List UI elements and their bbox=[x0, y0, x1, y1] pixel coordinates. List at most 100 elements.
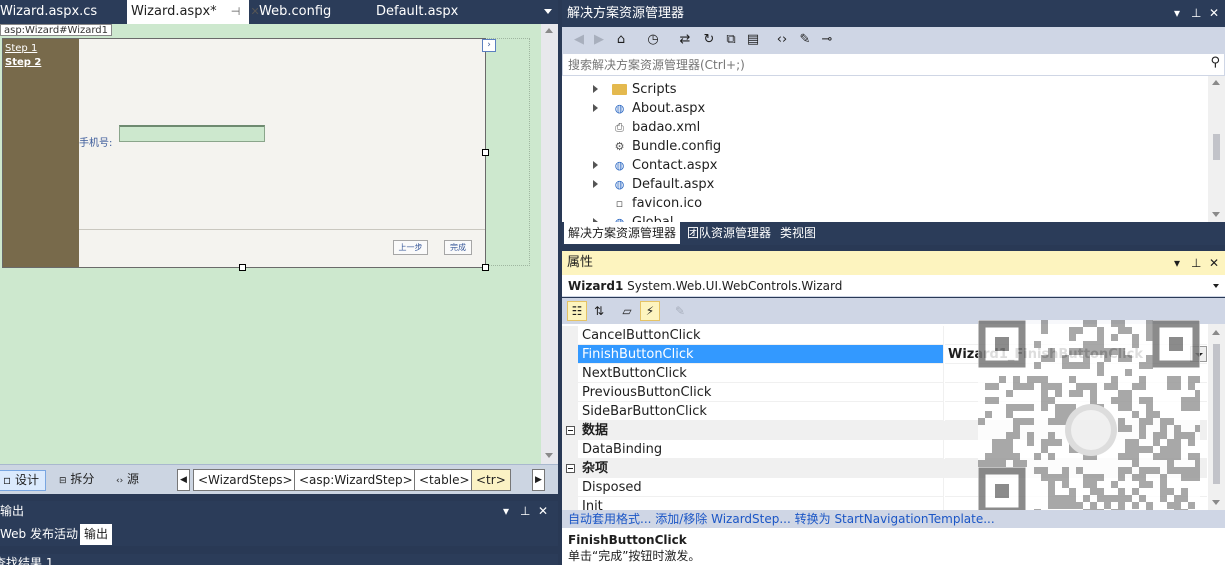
wizard-control[interactable]: Step 1 Step 2 手机号: 上一步 完成 bbox=[2, 38, 486, 268]
tab-wizard-aspx[interactable]: Wizard.aspx* ⊣ ✕ bbox=[127, 0, 260, 24]
property-pages-icon[interactable]: ✎ bbox=[670, 301, 690, 321]
sync-icon[interactable]: ⇄ bbox=[676, 31, 694, 49]
pin-icon[interactable]: ⊥ bbox=[1191, 251, 1201, 275]
solution-explorer-title: 解决方案资源管理器 bbox=[567, 6, 685, 21]
home-icon[interactable]: ⌂ bbox=[612, 31, 630, 49]
object-type: System.Web.UI.WebControls.Wizard bbox=[627, 279, 843, 293]
alphabetical-icon[interactable]: ⇅ bbox=[589, 301, 609, 321]
tree-item-scripts[interactable]: Scripts bbox=[562, 80, 1207, 99]
scroll-up-icon[interactable] bbox=[1212, 80, 1220, 85]
tab-label: Web.config bbox=[259, 4, 332, 19]
web-file-icon: ◍ bbox=[612, 215, 627, 222]
object-selector[interactable]: Wizard1 System.Web.UI.WebControls.Wizard bbox=[562, 275, 1225, 297]
scroll-thumb[interactable] bbox=[1213, 344, 1220, 484]
designer-scrollbar[interactable] bbox=[541, 24, 558, 464]
design-view-button[interactable]: ▫ 设计 bbox=[0, 470, 46, 491]
phone-input[interactable] bbox=[119, 125, 265, 142]
tab-wizard-aspx-cs[interactable]: Wizard.aspx.cs bbox=[0, 0, 97, 24]
collapse-icon[interactable] bbox=[566, 426, 575, 435]
tab-team-explorer[interactable]: 团队资源管理器 bbox=[683, 222, 775, 244]
tree-item-bundle-config[interactable]: ⚙ Bundle.config bbox=[562, 137, 1207, 156]
tab-web-config[interactable]: Web.config bbox=[255, 0, 331, 24]
tree-item-about[interactable]: ◍ About.aspx bbox=[562, 99, 1207, 118]
scroll-up-icon[interactable] bbox=[545, 28, 553, 33]
collapse-icon[interactable] bbox=[566, 464, 575, 473]
search-input[interactable] bbox=[563, 54, 1183, 75]
tab-default-aspx[interactable]: Default.aspx bbox=[372, 0, 458, 24]
breadcrumb-wizardsteps[interactable]: <WizardSteps> bbox=[193, 469, 298, 491]
scroll-down-icon[interactable] bbox=[1212, 500, 1220, 505]
property-description: FinishButtonClick 单击“完成”按钮时激发。 bbox=[562, 528, 1225, 565]
finish-button[interactable]: 完成 bbox=[444, 240, 472, 255]
preview-icon[interactable]: ⊸ bbox=[818, 31, 836, 49]
resize-handle-right[interactable] bbox=[482, 149, 489, 156]
tree-item-global[interactable]: ◍ Global... bbox=[562, 213, 1207, 222]
property-grid-scrollbar[interactable] bbox=[1208, 324, 1225, 510]
show-all-files-icon[interactable]: ▤ bbox=[744, 31, 762, 49]
collapse-all-icon[interactable]: ⧉ bbox=[722, 31, 740, 49]
control-tag-label: asp:Wizard#Wizard1 bbox=[0, 24, 113, 36]
expand-icon[interactable] bbox=[593, 85, 598, 93]
tree-item-badao-xml[interactable]: ⎙ badao.xml bbox=[562, 118, 1207, 137]
designer-verbs[interactable]: 自动套用格式... 添加/移除 WizardStep... 转换为 StartN… bbox=[568, 512, 995, 526]
expand-icon[interactable] bbox=[593, 104, 598, 112]
history-icon[interactable]: ◷ bbox=[644, 31, 662, 49]
properties-view-icon[interactable]: ▱ bbox=[617, 301, 637, 321]
forward-icon[interactable]: ▶ bbox=[590, 31, 608, 49]
panel-menu-icon[interactable]: ▾ bbox=[1174, 251, 1180, 275]
smart-tag-chevron-icon[interactable]: › bbox=[482, 39, 496, 52]
resize-handle-corner[interactable] bbox=[482, 264, 489, 271]
categorized-icon[interactable]: ☷ bbox=[567, 301, 587, 321]
properties-icon[interactable]: ✎ bbox=[796, 31, 814, 49]
refresh-icon[interactable]: ↻ bbox=[700, 31, 718, 49]
close-icon[interactable]: ✕ bbox=[1209, 0, 1219, 27]
scroll-up-icon[interactable] bbox=[1212, 330, 1220, 335]
resize-handle-bottom[interactable] bbox=[239, 264, 246, 271]
design-surface[interactable]: asp:Wizard#Wizard1 Step 1 Step 2 手机号: 上一… bbox=[0, 24, 558, 464]
panel-menu-icon[interactable]: ▾ bbox=[1174, 0, 1180, 27]
tree-item-favicon[interactable]: ▫ favicon.ico bbox=[562, 194, 1207, 213]
sidebar-step-1[interactable]: Step 1 bbox=[5, 42, 79, 56]
back-icon[interactable]: ◀ bbox=[570, 31, 588, 49]
tree-item-default[interactable]: ◍ Default.aspx bbox=[562, 175, 1207, 194]
close-icon[interactable]: ✕ bbox=[538, 501, 548, 522]
config-file-icon: ⚙ bbox=[614, 140, 625, 153]
panel-menu-icon[interactable]: ▾ bbox=[503, 501, 509, 522]
design-icon: ▫ bbox=[3, 473, 12, 487]
category-name: 数据 bbox=[582, 423, 609, 438]
tab-output[interactable]: 输出 bbox=[80, 524, 113, 545]
tab-solution-explorer[interactable]: 解决方案资源管理器 bbox=[564, 222, 681, 244]
view-code-icon[interactable]: ‹› bbox=[773, 31, 791, 49]
tree-item-contact[interactable]: ◍ Contact.aspx bbox=[562, 156, 1207, 175]
solution-tree: Scripts ◍ About.aspx ⎙ badao.xml ⚙ Bundl… bbox=[562, 76, 1225, 222]
chevron-down-icon[interactable] bbox=[1213, 284, 1219, 288]
split-view-button[interactable]: ⊟ 拆分 bbox=[55, 470, 100, 491]
events-lightning-icon[interactable]: ⚡ bbox=[640, 301, 660, 321]
solution-explorer-search[interactable]: ⚲ bbox=[562, 53, 1225, 76]
scroll-down-icon[interactable] bbox=[545, 453, 553, 458]
scroll-thumb[interactable] bbox=[1213, 134, 1220, 160]
breadcrumb-wizardstep[interactable]: <asp:WizardStep> bbox=[294, 469, 418, 491]
designer-verbs-bar[interactable]: 自动套用格式... 添加/移除 WizardStep... 转换为 StartN… bbox=[562, 510, 1225, 528]
tree-item-label: badao.xml bbox=[632, 120, 701, 135]
close-icon[interactable]: ✕ bbox=[1209, 251, 1219, 275]
tab-class-view[interactable]: 类视图 bbox=[776, 222, 820, 244]
breadcrumb-table[interactable]: <table> bbox=[414, 469, 475, 491]
expand-icon[interactable] bbox=[593, 161, 598, 169]
sidebar-step-2[interactable]: Step 2 bbox=[5, 56, 79, 70]
expand-icon[interactable] bbox=[593, 180, 598, 188]
pin-icon[interactable]: ⊥ bbox=[1191, 0, 1201, 27]
tab-overflow-dropdown-icon[interactable] bbox=[544, 9, 552, 14]
tab-web-publish[interactable]: Web 发布活动 bbox=[0, 524, 82, 545]
pin-icon[interactable]: ⊥ bbox=[520, 501, 530, 522]
previous-button[interactable]: 上一步 bbox=[393, 240, 428, 255]
breadcrumb-tr[interactable]: <tr> bbox=[471, 469, 511, 491]
solution-explorer-tab-bar: 解决方案资源管理器 团队资源管理器 类视图 bbox=[562, 222, 1225, 245]
scroll-down-icon[interactable] bbox=[1212, 212, 1220, 217]
breadcrumb-next-icon[interactable]: ▶ bbox=[532, 469, 545, 491]
pin-icon[interactable]: ⊣ bbox=[231, 5, 241, 18]
search-icon[interactable]: ⚲ bbox=[1210, 55, 1220, 70]
source-view-button[interactable]: ‹› 源 bbox=[112, 470, 145, 491]
breadcrumb-prev-icon[interactable]: ◀ bbox=[177, 469, 190, 491]
solution-tree-scrollbar[interactable] bbox=[1208, 76, 1225, 222]
